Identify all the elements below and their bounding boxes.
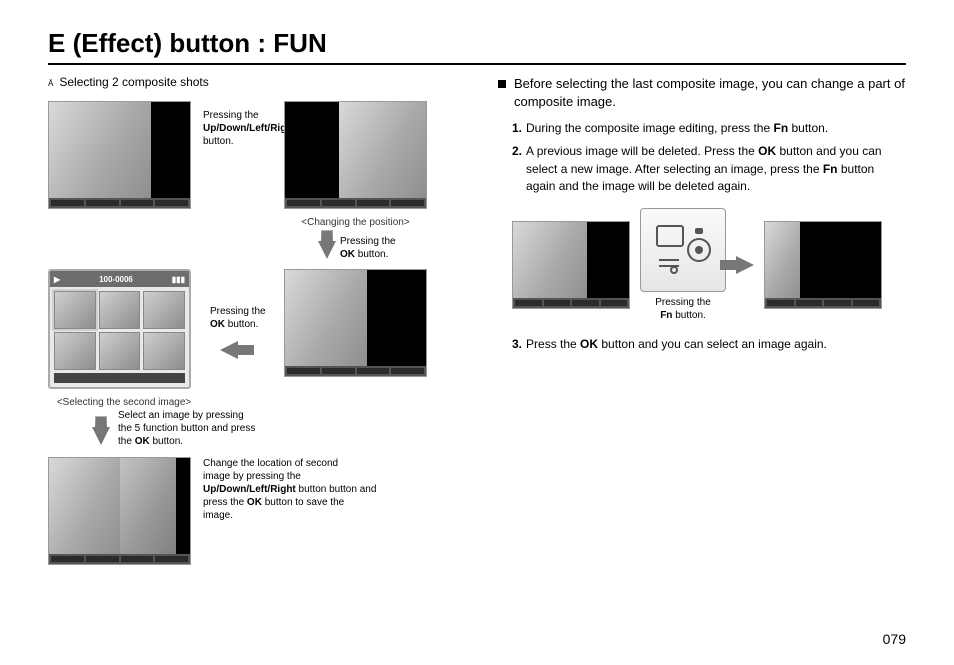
gallery-cell <box>143 291 185 329</box>
right-thumb-2 <box>764 221 882 309</box>
composite-thumb-3 <box>284 269 427 377</box>
page-number: 079 <box>883 631 906 647</box>
snowflake-icon: Ä <box>48 75 53 93</box>
arrow-left-icon <box>220 341 238 359</box>
press-ok-note-1: Pressing the OK button. <box>340 235 396 261</box>
right-column: Before selecting the last composite imag… <box>498 75 906 577</box>
page-title: E (Effect) button : FUN <box>48 28 906 65</box>
subheading-text: Selecting 2 composite shots <box>59 75 208 89</box>
gallery-cell <box>99 291 141 329</box>
camera-back-icon <box>640 208 726 292</box>
gallery-filename: 100-0006 <box>99 275 133 284</box>
press-updown-note: Pressing the Up/Down/Left/Right button. <box>203 109 283 148</box>
manual-page: E (Effect) button : FUN Ä Selecting 2 co… <box>0 0 954 597</box>
left-column: Ä Selecting 2 composite shots Pressing t… <box>48 75 478 577</box>
steps-list: 1. During the composite image editing, p… <box>512 120 906 196</box>
arrow-right-icon <box>736 256 754 274</box>
press-fn-note: Pressing the Fn button. <box>655 296 711 322</box>
caption-change-position: <Changing the position> <box>284 217 427 228</box>
play-icon: ▶ <box>54 275 60 284</box>
composite-thumb-4 <box>48 457 191 565</box>
columns: Ä Selecting 2 composite shots Pressing t… <box>48 75 906 577</box>
arrow-down-icon <box>318 241 336 259</box>
subheading: Ä Selecting 2 composite shots <box>48 75 478 93</box>
square-bullet-icon <box>498 80 506 88</box>
composite-thumb-2 <box>284 101 427 209</box>
gallery-cell <box>143 332 185 370</box>
right-thumb-1 <box>512 221 630 309</box>
gallery-cell <box>99 332 141 370</box>
gallery-cell <box>54 291 96 329</box>
caption-select-second: <Selecting the second image> <box>44 397 204 408</box>
step-1: 1. During the composite image editing, p… <box>512 120 906 137</box>
battery-icon: ▮▮▮ <box>172 275 185 284</box>
arrow-down-icon <box>92 427 110 445</box>
right-heading: Before selecting the last composite imag… <box>498 75 906 110</box>
press-ok-note-2: Pressing the OK button. <box>210 305 278 331</box>
composite-thumb-1 <box>48 101 191 209</box>
right-illustration-row: Pressing the Fn button. <box>512 208 906 322</box>
step-2: 2. A previous image will be deleted. Pre… <box>512 143 906 195</box>
image-gallery: ▶ 100-0006 ▮▮▮ <box>48 269 191 389</box>
change-location-note: Change the location of second image by p… <box>203 457 378 522</box>
steps-list-cont: 3. Press the OK button and you can selec… <box>512 336 906 353</box>
gallery-cell <box>54 332 96 370</box>
step-3: 3. Press the OK button and you can selec… <box>512 336 906 353</box>
select-5fn-note: Select an image by pressing the 5 functi… <box>118 409 288 448</box>
right-heading-text: Before selecting the last composite imag… <box>514 75 906 110</box>
